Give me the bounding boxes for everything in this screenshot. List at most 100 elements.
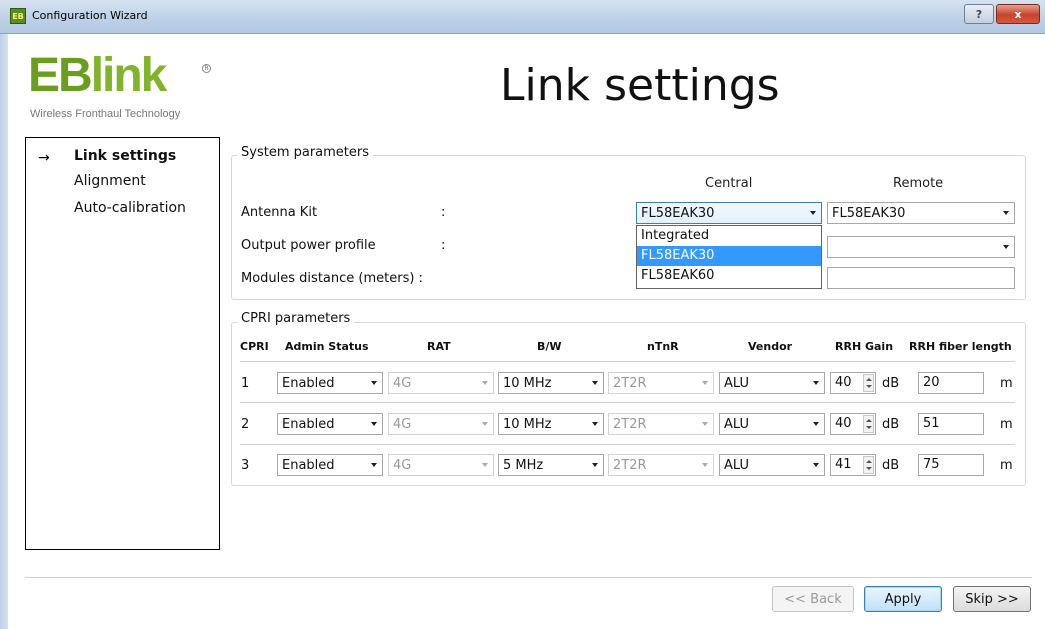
- step-link-settings[interactable]: Link settings: [74, 148, 176, 164]
- output-power-profile-label: Output power profile: [241, 238, 376, 253]
- length-unit: m: [1000, 458, 1013, 473]
- gain-unit: dB: [882, 458, 900, 473]
- bandwidth-select[interactable]: 5 MHz: [498, 454, 604, 476]
- fiber-length-input[interactable]: 20: [918, 372, 984, 394]
- bandwidth-select[interactable]: 10 MHz: [498, 372, 604, 394]
- length-unit: m: [1000, 376, 1013, 391]
- rrh-gain-col-header: RRH Gain: [835, 340, 894, 353]
- window-title: Configuration Wizard: [32, 9, 148, 22]
- central-antenna-kit-select[interactable]: FL58EAK30: [636, 202, 822, 224]
- ntnr-select: 2T2R: [608, 413, 714, 435]
- vendor-col-header: Vendor: [748, 340, 793, 353]
- gain-unit: dB: [882, 376, 900, 391]
- output-power-colon: :: [441, 238, 446, 253]
- modules-distance-label: Modules distance (meters) :: [241, 271, 423, 286]
- logo-wordmark: EBlink: [28, 49, 167, 102]
- dropdown-option[interactable]: Integrated: [637, 226, 821, 246]
- chevron-down-icon: [702, 422, 708, 426]
- remote-output-power-select[interactable]: [827, 236, 1015, 258]
- chevron-down-icon: [371, 381, 377, 385]
- dropdown-option-selected[interactable]: FL58EAK30: [637, 246, 821, 266]
- chevron-down-icon: [813, 422, 819, 426]
- fiber-length-input[interactable]: 75: [918, 454, 984, 476]
- current-step-arrow-icon: →: [38, 150, 50, 166]
- chevron-down-icon: [813, 381, 819, 385]
- chevron-down-icon: [1003, 245, 1009, 249]
- admin-status-col-header: Admin Status: [285, 340, 369, 353]
- rrh-fiber-length-col-header: RRH fiber length: [909, 340, 1012, 353]
- cpri-row-number: 3: [241, 458, 250, 473]
- app-icon: EB: [10, 8, 26, 24]
- window-titlebar: EB Configuration Wizard ? x: [0, 0, 1045, 34]
- rrh-gain-spinbox[interactable]: 40: [830, 413, 876, 435]
- divider: [240, 361, 1015, 362]
- cpri-col-header: CPRI: [240, 340, 269, 353]
- chevron-down-icon: [810, 211, 816, 215]
- cpri-row-number: 2: [241, 417, 250, 432]
- central-column-header: Central: [705, 176, 753, 191]
- remote-distance-input[interactable]: [827, 267, 1015, 289]
- chevron-down-icon: [482, 463, 488, 467]
- spin-arrows-icon[interactable]: [863, 374, 874, 392]
- chevron-down-icon: [482, 381, 488, 385]
- wizard-steps-panel: → Link settings Alignment Auto-calibrati…: [25, 137, 220, 550]
- vendor-select[interactable]: ALU: [719, 413, 825, 435]
- step-auto-calibration[interactable]: Auto-calibration: [74, 200, 186, 216]
- header: EBlink R Wireless Fronthaul Technology L…: [8, 34, 1045, 134]
- skip-button[interactable]: Skip >>: [953, 586, 1031, 612]
- logo-tagline: Wireless Fronthaul Technology: [30, 108, 181, 120]
- admin-status-select[interactable]: Enabled: [277, 372, 383, 394]
- help-button[interactable]: ?: [964, 4, 994, 24]
- apply-button[interactable]: Apply: [864, 586, 942, 612]
- antenna-kit-colon: :: [441, 205, 446, 220]
- vendor-select[interactable]: ALU: [719, 454, 825, 476]
- close-button[interactable]: x: [996, 4, 1040, 24]
- chevron-down-icon: [371, 422, 377, 426]
- fiber-length-input[interactable]: 51: [918, 413, 984, 435]
- eblink-logo: EBlink R Wireless Fronthaul Technology: [28, 48, 218, 138]
- ntnr-select: 2T2R: [608, 372, 714, 394]
- back-button[interactable]: << Back: [772, 586, 854, 612]
- chevron-down-icon: [592, 463, 598, 467]
- chevron-down-icon: [592, 422, 598, 426]
- rat-select: 4G: [388, 372, 494, 394]
- footer-divider: [25, 577, 1032, 578]
- spin-arrows-icon[interactable]: [863, 415, 874, 433]
- rrh-gain-spinbox[interactable]: 41: [830, 454, 876, 476]
- spin-arrows-icon[interactable]: [863, 456, 874, 474]
- gain-unit: dB: [882, 417, 900, 432]
- remote-column-header: Remote: [893, 176, 944, 191]
- chevron-down-icon: [371, 463, 377, 467]
- remote-antenna-kit-select[interactable]: FL58EAK30: [827, 202, 1015, 224]
- bandwidth-select[interactable]: 10 MHz: [498, 413, 604, 435]
- cpri-parameters-title: CPRI parameters: [237, 311, 355, 326]
- page-title: Link settings: [500, 60, 780, 111]
- rat-select: 4G: [388, 454, 494, 476]
- antenna-kit-dropdown-list: Integrated FL58EAK30 FL58EAK60: [636, 225, 822, 289]
- system-parameters-title: System parameters: [237, 145, 374, 160]
- bw-col-header: B/W: [537, 340, 562, 353]
- ntnr-select: 2T2R: [608, 454, 714, 476]
- chevron-down-icon: [592, 381, 598, 385]
- chevron-down-icon: [482, 422, 488, 426]
- divider: [240, 444, 1015, 445]
- length-unit: m: [1000, 417, 1013, 432]
- ntnr-col-header: nTnR: [647, 340, 679, 353]
- divider: [240, 402, 1015, 403]
- rat-select: 4G: [388, 413, 494, 435]
- chevron-down-icon: [702, 381, 708, 385]
- window-frame: [0, 34, 8, 629]
- chevron-down-icon: [702, 463, 708, 467]
- chevron-down-icon: [1003, 211, 1009, 215]
- cpri-row-number: 1: [241, 376, 250, 391]
- antenna-kit-label: Antenna Kit: [241, 205, 318, 220]
- admin-status-select[interactable]: Enabled: [277, 413, 383, 435]
- registered-mark: R: [202, 64, 211, 73]
- rat-col-header: RAT: [427, 340, 451, 353]
- rrh-gain-spinbox[interactable]: 40: [830, 372, 876, 394]
- step-alignment[interactable]: Alignment: [74, 173, 146, 189]
- admin-status-select[interactable]: Enabled: [277, 454, 383, 476]
- dropdown-option[interactable]: FL58EAK60: [637, 266, 821, 286]
- vendor-select[interactable]: ALU: [719, 372, 825, 394]
- chevron-down-icon: [813, 463, 819, 467]
